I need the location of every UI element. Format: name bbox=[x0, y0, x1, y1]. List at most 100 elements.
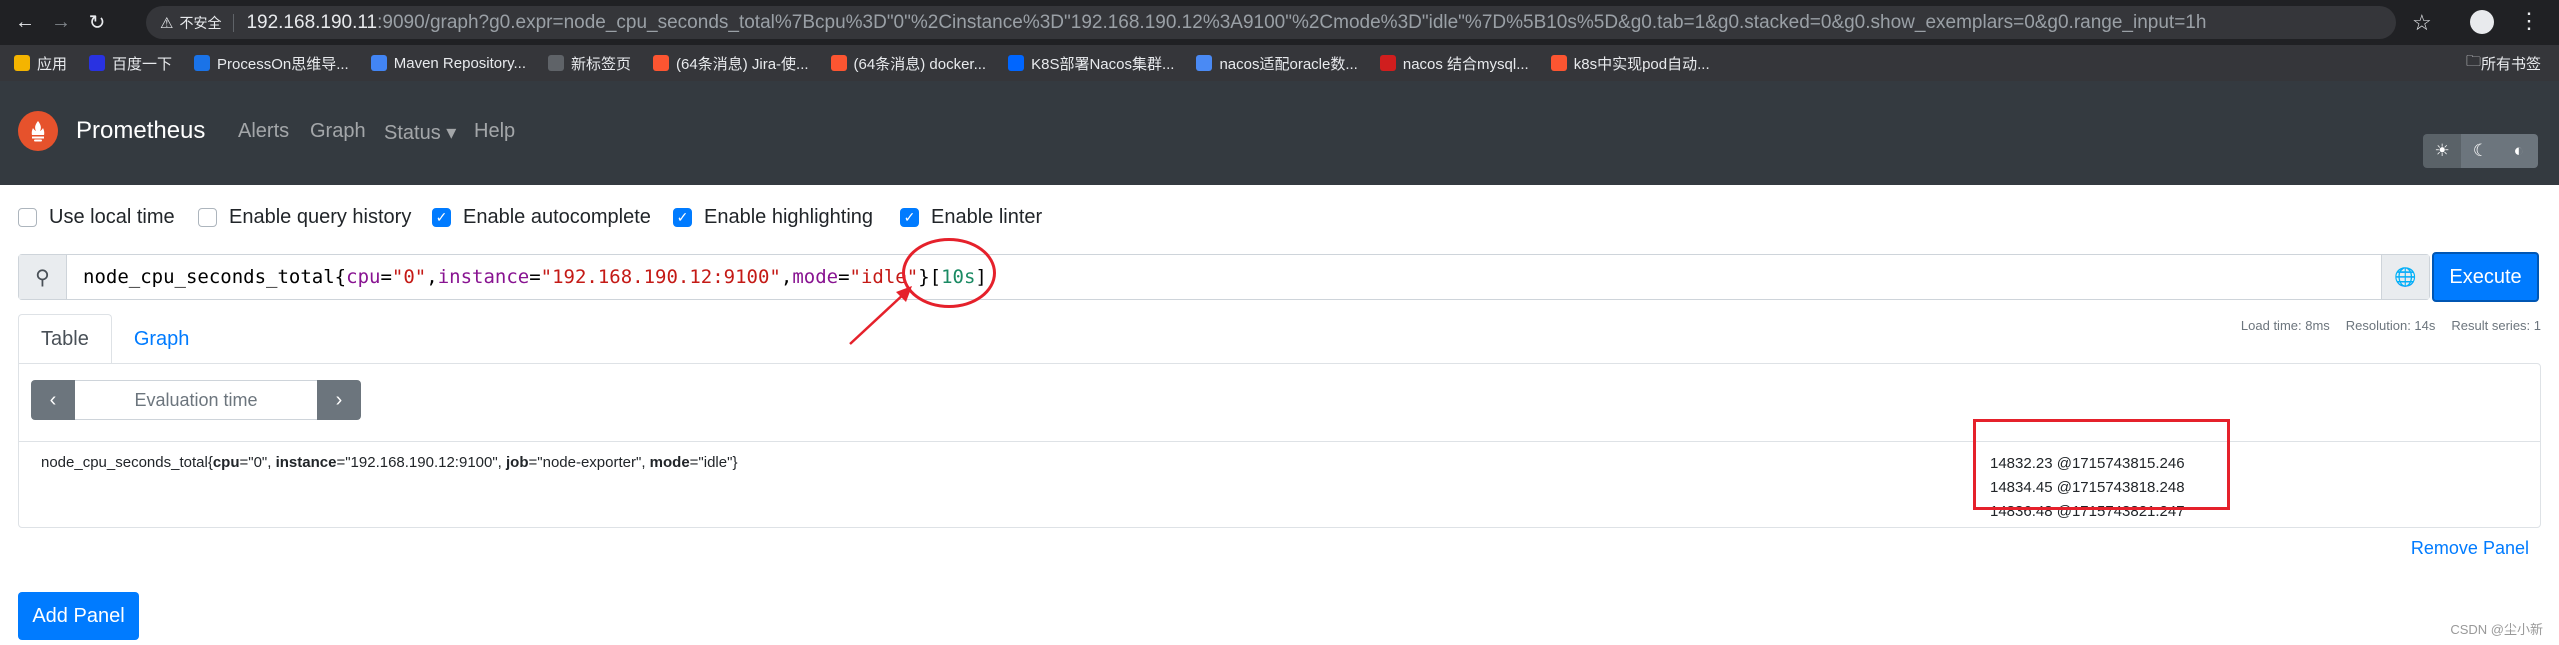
bookmark-item[interactable]: (64条消息) docker... bbox=[830, 53, 987, 74]
series-metric: node_cpu_seconds_total bbox=[41, 454, 208, 471]
expression-input[interactable]: node_cpu_seconds_total{cpu = "0", instance =… bbox=[67, 255, 2381, 299]
add-panel-button[interactable]: Add Panel bbox=[18, 592, 139, 640]
checkbox-checked[interactable]: ✓ bbox=[900, 208, 919, 227]
baidu-icon bbox=[89, 55, 106, 71]
all-bookmarks-folder[interactable]: 🗀 所有书签 bbox=[2466, 45, 2541, 81]
remove-panel-link[interactable]: Remove Panel bbox=[2411, 538, 2529, 559]
option-label: Enable autocomplete bbox=[463, 206, 651, 228]
bookmark-item[interactable]: nacos 结合mysql... bbox=[1379, 53, 1529, 74]
chevron-right-icon[interactable]: › bbox=[317, 380, 361, 420]
bookmarks-bar: 应用 百度一下 ProcessOn思维导... Maven Repository...… bbox=[0, 45, 2559, 81]
browser-toolbar: ← → ↻ ⚠ 不安全 192.168.190.11 :9090/graph?g… bbox=[0, 0, 2559, 45]
bookmark-item[interactable]: nacos适配oracle数... bbox=[1196, 53, 1358, 74]
search-icon: ⚲ bbox=[19, 255, 67, 299]
metrics-explorer-globe-icon[interactable]: 🌐 bbox=[2381, 255, 2429, 299]
nav-link-alerts[interactable]: Alerts bbox=[238, 120, 289, 143]
bookmark-item[interactable]: 百度一下 bbox=[89, 53, 172, 74]
globe-icon bbox=[548, 55, 565, 71]
bookmark-label: Maven Repository... bbox=[393, 54, 527, 72]
option-enable-autocomplete[interactable]: ✓ Enable autocomplete bbox=[432, 206, 651, 229]
prometheus-navbar: Prometheus Alerts Graph Status ▾ Help ☀ … bbox=[0, 81, 2559, 185]
bookmark-item[interactable]: k8s中实现pod自动... bbox=[1550, 53, 1710, 74]
apps-grid-icon bbox=[14, 55, 30, 71]
bookmark-label: (64条消息) Jira-使... bbox=[676, 55, 809, 73]
bookmark-item[interactable]: K8S部署Nacos集群... bbox=[1008, 53, 1174, 74]
series-label-value: ="node-exporter", bbox=[528, 454, 650, 471]
auto-theme-icon[interactable]: ◐ bbox=[2499, 134, 2538, 168]
query-operator: = bbox=[380, 266, 392, 288]
panel-tabs: Table Graph bbox=[18, 314, 211, 364]
series-label-value: ="192.168.190.12:9100", bbox=[336, 454, 507, 471]
forward-arrow-icon[interactable]: → bbox=[50, 11, 72, 34]
option-use-local-time[interactable]: Use local time bbox=[18, 206, 175, 229]
query-metric: node_cpu_seconds_total bbox=[83, 266, 335, 288]
folder-icon: 🗀 bbox=[2465, 52, 2481, 70]
series-label-key: cpu bbox=[212, 454, 240, 471]
bookmark-label: 新标签页 bbox=[571, 55, 632, 73]
evaluation-time-control: ‹ Evaluation time › bbox=[31, 380, 361, 420]
tab-table[interactable]: Table bbox=[18, 314, 112, 364]
bookmark-item[interactable]: (64条消息) Jira-使... bbox=[653, 53, 809, 74]
series-labels: node_cpu_seconds_total{cpu="0", instance… bbox=[41, 454, 737, 471]
query-operator: = bbox=[529, 266, 541, 288]
checkbox-checked[interactable]: ✓ bbox=[673, 208, 692, 227]
evaluation-time-input[interactable]: Evaluation time bbox=[75, 380, 317, 420]
checkbox[interactable] bbox=[198, 208, 217, 227]
option-label: Enable linter bbox=[931, 206, 1043, 228]
query-brace: { bbox=[334, 266, 347, 288]
series-label-value: ="0", bbox=[239, 454, 276, 471]
option-enable-linter[interactable]: ✓ Enable linter bbox=[900, 206, 1042, 229]
query-comma: , bbox=[426, 266, 438, 288]
query-label-value: "192.168.190.12:9100" bbox=[540, 266, 781, 288]
profile-avatar-icon[interactable] bbox=[2470, 10, 2494, 34]
nav-link-graph[interactable]: Graph bbox=[310, 120, 366, 143]
query-label-key: mode bbox=[792, 266, 839, 288]
bookmark-star-icon[interactable]: ☆ bbox=[2412, 10, 2432, 36]
query-label-value: "0" bbox=[391, 266, 427, 288]
execute-button[interactable]: Execute bbox=[2432, 252, 2539, 302]
security-label: 不安全 bbox=[179, 14, 222, 31]
series-label-key: instance bbox=[275, 454, 337, 471]
series-label-value: ="idle" bbox=[689, 454, 733, 471]
bookmark-label: K8S部署Nacos集群... bbox=[1031, 55, 1175, 73]
chevron-left-icon[interactable]: ‹ bbox=[31, 380, 75, 420]
zhihu-icon bbox=[1008, 55, 1025, 71]
url-host: 192.168.190.11 bbox=[246, 11, 378, 33]
annotation-rectangle bbox=[1973, 419, 2230, 510]
bookmark-item[interactable]: Maven Repository... bbox=[370, 54, 527, 72]
address-bar[interactable]: ⚠ 不安全 192.168.190.11 :9090/graph?g0.expr… bbox=[146, 6, 2396, 39]
sun-icon[interactable]: ☀ bbox=[2423, 134, 2462, 168]
reload-icon[interactable]: ↻ bbox=[86, 12, 108, 34]
tab-graph[interactable]: Graph bbox=[112, 314, 212, 364]
csdn-icon bbox=[830, 55, 847, 71]
back-arrow-icon[interactable]: ← bbox=[14, 11, 36, 34]
watermark: CSDN @尘小新 bbox=[2450, 622, 2543, 637]
series-brace: } bbox=[732, 454, 738, 471]
bookmark-label: ProcessOn思维导... bbox=[217, 55, 349, 73]
bookmark-item[interactable]: 应用 bbox=[14, 53, 67, 74]
bookmark-label: nacos 结合mysql... bbox=[1402, 55, 1529, 73]
checkbox-checked[interactable]: ✓ bbox=[432, 208, 451, 227]
query-label-key: cpu bbox=[346, 266, 381, 288]
checkbox[interactable] bbox=[18, 208, 37, 227]
bookmark-label: (64条消息) docker... bbox=[853, 55, 987, 73]
moon-icon[interactable]: ☾ bbox=[2461, 134, 2500, 168]
brand-title[interactable]: Prometheus bbox=[76, 117, 205, 145]
option-enable-query-history[interactable]: Enable query history bbox=[198, 206, 411, 229]
csdn-icon bbox=[1550, 55, 1567, 71]
bookmark-item[interactable]: 新标签页 bbox=[548, 53, 631, 74]
bookmark-item[interactable]: ProcessOn思维导... bbox=[194, 53, 349, 74]
nav-link-status[interactable]: Status ▾ bbox=[384, 120, 456, 145]
option-label: Use local time bbox=[49, 206, 175, 228]
kebab-menu-icon[interactable]: ⋮ bbox=[2518, 8, 2540, 34]
theme-switcher: ☀ ☾ ◐ bbox=[2423, 134, 2538, 168]
option-enable-highlighting[interactable]: ✓ Enable highlighting bbox=[673, 206, 873, 229]
query-label-key: instance bbox=[437, 266, 530, 288]
warning-icon: ⚠ bbox=[160, 14, 174, 32]
url-path: :9090/graph?g0.expr=node_cpu_seconds_tot… bbox=[377, 11, 2207, 33]
prometheus-logo-icon[interactable] bbox=[18, 111, 58, 151]
nav-link-help[interactable]: Help bbox=[474, 120, 515, 143]
bookmark-label: 百度一下 bbox=[112, 55, 173, 73]
51cto-icon bbox=[1379, 55, 1396, 71]
processon-icon bbox=[194, 55, 211, 71]
